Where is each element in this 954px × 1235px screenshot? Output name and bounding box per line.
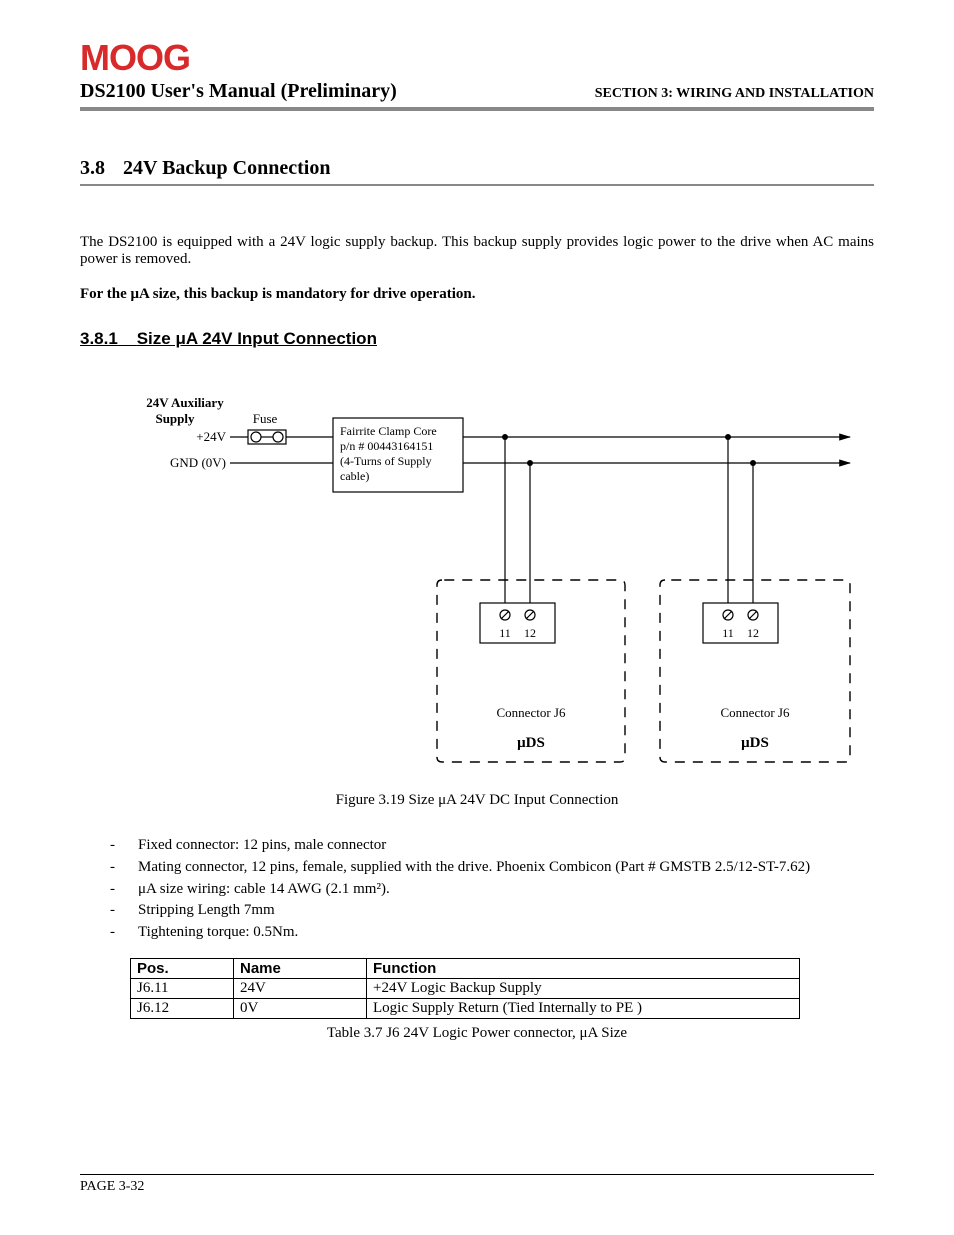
intro-paragraph: The DS2100 is equipped with a 24V logic … — [80, 234, 874, 268]
core-line4: cable) — [340, 469, 369, 483]
mandatory-note: For the μA size, this backup is mandator… — [80, 286, 874, 303]
page-footer: PAGE 3-32 — [80, 1174, 874, 1195]
th-function: Function — [367, 958, 800, 978]
manual-title: DS2100 User's Manual (Preliminary) — [80, 80, 397, 103]
th-name: Name — [234, 958, 367, 978]
page: MOOG DS2100 User's Manual (Preliminary) … — [0, 0, 954, 1235]
td: J6.11 — [131, 978, 234, 998]
spec-list: -Fixed connector: 12 pins, male connecto… — [80, 835, 874, 944]
table-header-row: Pos. Name Function — [131, 958, 800, 978]
pin-table: Pos. Name Function J6.11 24V +24V Logic … — [130, 958, 800, 1019]
figure-caption: Figure 3.19 Size μA 24V DC Input Connect… — [80, 792, 874, 809]
subsection-title: Size μA 24V Input Connection — [137, 329, 377, 348]
core-line3: (4-Turns of Supply — [340, 454, 432, 468]
td: Logic Supply Return (Tied Internally to … — [367, 998, 800, 1018]
wiring-diagram: 24V Auxiliary Supply Fuse +24V GND (0V) … — [80, 385, 874, 780]
fuse-label: Fuse — [253, 411, 278, 426]
td: 0V — [234, 998, 367, 1018]
supply-title-1: 24V Auxiliary — [146, 395, 224, 410]
table-row: J6.12 0V Logic Supply Return (Tied Inter… — [131, 998, 800, 1018]
list-item: Tightening torque: 0.5Nm. — [138, 922, 298, 944]
section-title: 24V Backup Connection — [123, 157, 330, 179]
th-pos: Pos. — [131, 958, 234, 978]
header-row: DS2100 User's Manual (Preliminary) SECTI… — [80, 80, 874, 111]
td: J6.12 — [131, 998, 234, 1018]
list-item: Fixed connector: 12 pins, male connector — [138, 835, 386, 857]
list-item: Mating connector, 12 pins, female, suppl… — [138, 857, 810, 879]
section-number: 3.8 — [80, 157, 105, 179]
right-pin-11: 11 — [722, 626, 734, 640]
moog-logo: MOOG — [80, 40, 874, 76]
list-item: Stripping Length 7mm — [138, 900, 275, 922]
section-label: SECTION 3: WIRING AND INSTALLATION — [595, 86, 874, 102]
left-pin-11: 11 — [499, 626, 511, 640]
gnd-label: GND (0V) — [170, 455, 226, 470]
td: +24V Logic Backup Supply — [367, 978, 800, 998]
core-line1: Fairrite Clamp Core — [340, 424, 437, 438]
left-pin-12: 12 — [524, 626, 536, 640]
right-pin-12: 12 — [747, 626, 759, 640]
subsection-number: 3.8.1 — [80, 329, 118, 348]
td: 24V — [234, 978, 367, 998]
page-number: PAGE 3-32 — [80, 1179, 144, 1194]
right-uds-label: μDS — [741, 735, 769, 751]
left-uds-label: μDS — [517, 735, 545, 751]
subsection-heading: 3.8.1 Size μA 24V Input Connection — [80, 329, 874, 349]
list-item: μA size wiring: cable 14 AWG (2.1 mm²). — [138, 879, 390, 901]
table-caption: Table 3.7 J6 24V Logic Power connector, … — [80, 1025, 874, 1042]
supply-title-2: Supply — [155, 411, 195, 426]
section-heading-row: 3.8 24V Backup Connection — [80, 157, 874, 186]
left-connector-label: Connector J6 — [497, 705, 566, 720]
table-row: J6.11 24V +24V Logic Backup Supply — [131, 978, 800, 998]
plus24v-label: +24V — [196, 429, 226, 444]
right-connector-label: Connector J6 — [721, 705, 790, 720]
core-line2: p/n # 00443164151 — [340, 439, 433, 453]
